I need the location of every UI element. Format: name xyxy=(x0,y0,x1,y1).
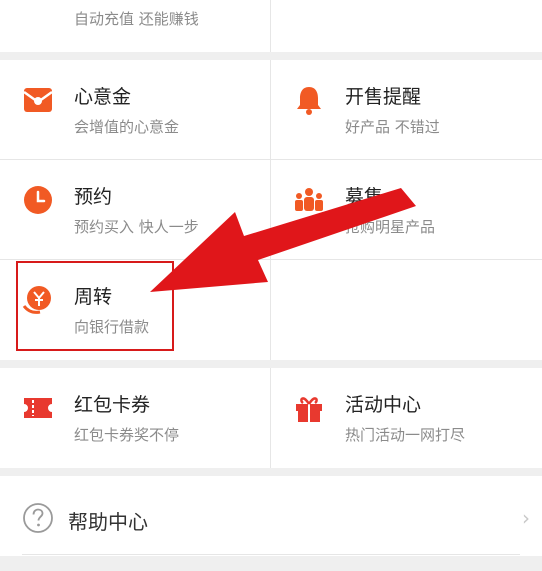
grid-item-empty xyxy=(271,260,542,360)
grid-item-subtitle: 红包卡券奖不停 xyxy=(74,426,180,444)
clock-icon xyxy=(22,184,54,216)
grid-item-title: 募集 xyxy=(345,186,384,208)
partial-icon xyxy=(22,0,46,2)
yuan-hand-icon xyxy=(22,284,54,316)
grid-item-zhouzhuan[interactable]: 周转 向银行借款 xyxy=(0,260,271,360)
red-envelope-icon xyxy=(22,84,54,116)
grid-item-muji[interactable]: 募集 抢购明星产品 xyxy=(271,160,542,260)
bell-icon xyxy=(293,84,325,116)
bottom-divider xyxy=(22,554,520,555)
help-center-row[interactable]: 帮助中心 › xyxy=(0,476,542,556)
grid-item-hongbao-kaquan[interactable]: 红包卡券 红包卡券奖不停 xyxy=(0,368,271,468)
grid-item-subtitle: 会增值的心意金 xyxy=(74,118,180,136)
grid-item-subtitle: 向银行借款 xyxy=(74,318,150,336)
grid-item-title: 开售提醒 xyxy=(345,86,422,108)
top-left-cell[interactable]: 自动充值 还能赚钱 xyxy=(0,0,271,52)
people-icon xyxy=(293,184,325,216)
question-circle-icon xyxy=(22,502,54,534)
ticket-icon xyxy=(22,392,54,424)
grid-item-subtitle: 好产品 不错过 xyxy=(345,118,440,136)
grid-item-title: 周转 xyxy=(74,286,113,308)
chevron-right-icon: › xyxy=(522,506,530,530)
grid-item-title: 活动中心 xyxy=(345,394,422,416)
grid-item-yuyue[interactable]: 预约 预约买入 快人一步 xyxy=(0,160,271,260)
grid-item-subtitle: 抢购明星产品 xyxy=(345,218,436,236)
grid-item-subtitle: 预约买入 快人一步 xyxy=(74,218,199,236)
grid-item-subtitle: 热门活动一网打尽 xyxy=(345,426,466,444)
section-gap xyxy=(0,360,542,368)
grid-item-xinyijin[interactable]: 心意金 会增值的心意金 xyxy=(0,60,271,160)
gift-icon xyxy=(293,392,325,424)
grid-item-title: 红包卡券 xyxy=(74,394,151,416)
promotions-grid: 红包卡券 红包卡券奖不停 活动中心 热门活动一网打尽 xyxy=(0,368,542,468)
top-right-cell[interactable] xyxy=(271,0,542,52)
grid-item-title: 心意金 xyxy=(74,86,132,108)
help-center-label: 帮助中心 xyxy=(68,510,148,534)
section-gap xyxy=(0,52,542,60)
section-gap xyxy=(0,468,542,476)
grid-item-kaishou-tixing[interactable]: 开售提醒 好产品 不错过 xyxy=(271,60,542,160)
services-grid: 心意金 会增值的心意金 开售提醒 好产品 不错过 预约 预约买入 快人一步 募集… xyxy=(0,60,542,360)
top-left-subtitle: 自动充值 还能赚钱 xyxy=(74,10,199,28)
top-section: 自动充值 还能赚钱 xyxy=(0,0,542,52)
grid-item-title: 预约 xyxy=(74,186,113,208)
grid-item-huodong-zhongxin[interactable]: 活动中心 热门活动一网打尽 xyxy=(271,368,542,468)
